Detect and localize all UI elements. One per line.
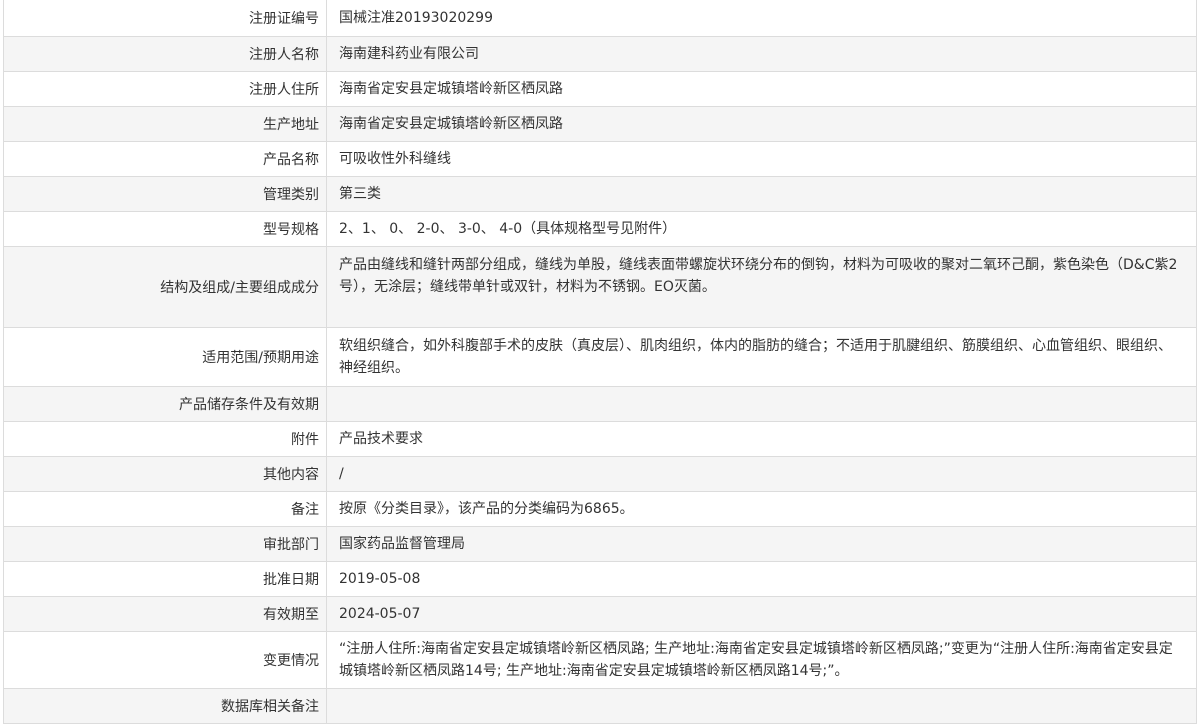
field-label: 适用范围/预期用途 — [4, 328, 327, 386]
field-label: 结构及组成/主要组成成分 — [4, 247, 327, 327]
field-label: 注册证编号 — [4, 0, 327, 36]
field-value-text: / — [339, 466, 344, 482]
table-row: 结构及组成/主要组成成分 产品由缝线和缝针两部分组成，缝线为单股，缝线表面带螺旋… — [4, 247, 1196, 328]
table-row: 产品名称 可吸收性外科缝线 — [4, 142, 1196, 177]
field-value-text: 国械注准20193020299 — [339, 10, 493, 26]
field-value-text: 按原《分类目录》，该产品的分类编码为6865。 — [339, 501, 634, 517]
field-value: 海南建科药业有限公司 — [327, 37, 1196, 71]
field-label: 附件 — [4, 422, 327, 456]
field-value: 海南省定安县定城镇塔岭新区栖凤路 — [327, 107, 1196, 141]
field-value: 国械注准20193020299 — [327, 0, 1196, 36]
field-value-text: 2024-05-07 — [339, 606, 421, 622]
field-value-text: 海南建科药业有限公司 — [339, 46, 479, 62]
field-label: 审批部门 — [4, 527, 327, 561]
field-value: 2019-05-08 — [327, 562, 1196, 596]
field-label: 型号规格 — [4, 212, 327, 246]
table-row: 附件 产品技术要求 — [4, 422, 1196, 457]
field-value-text: 海南省定安县定城镇塔岭新区栖凤路 — [339, 81, 563, 97]
field-value: 产品由缝线和缝针两部分组成，缝线为单股，缝线表面带螺旋状环绕分布的倒钩，材料为可… — [327, 247, 1196, 327]
field-value-text: 2019-05-08 — [339, 571, 421, 587]
field-label: 备注 — [4, 492, 327, 526]
table-row: 其他内容 / — [4, 457, 1196, 492]
field-value — [327, 387, 1196, 421]
field-label: 变更情况 — [4, 632, 327, 688]
field-value: / — [327, 457, 1196, 491]
table-row: 数据库相关备注 — [4, 689, 1196, 724]
field-label: 其他内容 — [4, 457, 327, 491]
field-value: 产品技术要求 — [327, 422, 1196, 456]
table-row: 备注 按原《分类目录》，该产品的分类编码为6865。 — [4, 492, 1196, 527]
table-row: 变更情况 “注册人住所:海南省定安县定城镇塔岭新区栖凤路; 生产地址:海南省定安… — [4, 632, 1196, 689]
field-value-text: 软组织缝合，如外科腹部手术的皮肤（真皮层）、肌肉组织，体内的脂肪的缝合；不适用于… — [339, 338, 1172, 376]
field-value-text: 可吸收性外科缝线 — [339, 151, 451, 167]
field-value-text: 第三类 — [339, 186, 381, 202]
table-row: 注册证编号 国械注准20193020299 — [4, 0, 1196, 37]
field-label: 产品储存条件及有效期 — [4, 387, 327, 421]
field-label: 有效期至 — [4, 597, 327, 631]
table-row: 产品储存条件及有效期 — [4, 387, 1196, 422]
field-label: 批准日期 — [4, 562, 327, 596]
table-row: 注册人名称 海南建科药业有限公司 — [4, 37, 1196, 72]
field-label: 生产地址 — [4, 107, 327, 141]
field-value: 海南省定安县定城镇塔岭新区栖凤路 — [327, 72, 1196, 106]
field-value: 2024-05-07 — [327, 597, 1196, 631]
field-value-text: 2、1、 0、 2-0、 3-0、 4-0（具体规格型号见附件） — [339, 221, 677, 237]
field-value: 国家药品监督管理局 — [327, 527, 1196, 561]
field-value-text: “注册人住所:海南省定安县定城镇塔岭新区栖凤路; 生产地址:海南省定安县定城镇塔… — [339, 641, 1173, 679]
field-value-text: 产品技术要求 — [339, 431, 423, 447]
field-value — [327, 689, 1196, 723]
field-label: 注册人住所 — [4, 72, 327, 106]
field-value: 可吸收性外科缝线 — [327, 142, 1196, 176]
table-row: 批准日期 2019-05-08 — [4, 562, 1196, 597]
field-value: 软组织缝合，如外科腹部手术的皮肤（真皮层）、肌肉组织，体内的脂肪的缝合；不适用于… — [327, 328, 1196, 386]
field-label: 管理类别 — [4, 177, 327, 211]
field-value-text: 海南省定安县定城镇塔岭新区栖凤路 — [339, 116, 563, 132]
field-label: 注册人名称 — [4, 37, 327, 71]
field-value: 按原《分类目录》，该产品的分类编码为6865。 — [327, 492, 1196, 526]
table-row: 有效期至 2024-05-07 — [4, 597, 1196, 632]
field-value: 第三类 — [327, 177, 1196, 211]
field-value: 2、1、 0、 2-0、 3-0、 4-0（具体规格型号见附件） — [327, 212, 1196, 246]
table-row: 管理类别 第三类 — [4, 177, 1196, 212]
table-row: 适用范围/预期用途 软组织缝合，如外科腹部手术的皮肤（真皮层）、肌肉组织，体内的… — [4, 328, 1196, 387]
field-label: 产品名称 — [4, 142, 327, 176]
field-value: “注册人住所:海南省定安县定城镇塔岭新区栖凤路; 生产地址:海南省定安县定城镇塔… — [327, 632, 1196, 688]
table-row: 注册人住所 海南省定安县定城镇塔岭新区栖凤路 — [4, 72, 1196, 107]
table-row: 生产地址 海南省定安县定城镇塔岭新区栖凤路 — [4, 107, 1196, 142]
field-label: 数据库相关备注 — [4, 689, 327, 723]
field-value-text: 产品由缝线和缝针两部分组成，缝线为单股，缝线表面带螺旋状环绕分布的倒钩，材料为可… — [339, 257, 1178, 295]
table-row: 审批部门 国家药品监督管理局 — [4, 527, 1196, 562]
field-value-text: 国家药品监督管理局 — [339, 536, 465, 552]
table-row: 型号规格 2、1、 0、 2-0、 3-0、 4-0（具体规格型号见附件） — [4, 212, 1196, 247]
registration-detail-table: 注册证编号 国械注准20193020299 注册人名称 海南建科药业有限公司 注… — [3, 0, 1197, 724]
